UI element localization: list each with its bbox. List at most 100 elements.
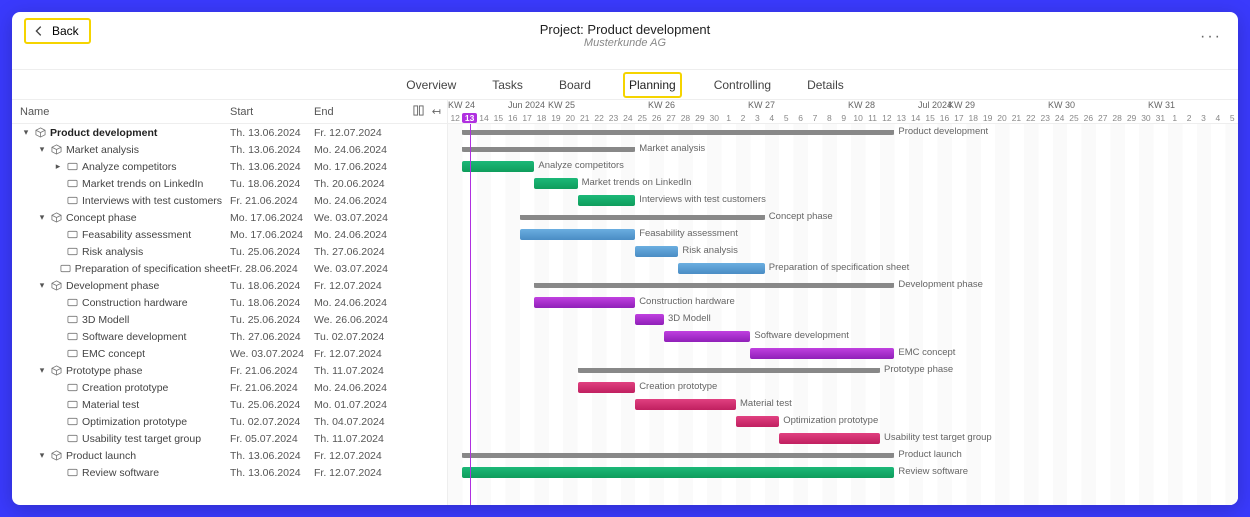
day-cell[interactable]: 10 — [851, 113, 865, 123]
summary-bar[interactable] — [520, 215, 765, 220]
table-row[interactable]: Review softwareTh. 13.06.2024Fr. 12.07.2… — [12, 464, 447, 481]
day-cell[interactable]: 27 — [664, 113, 678, 123]
col-start[interactable]: Start — [230, 106, 314, 118]
day-cell[interactable]: 2 — [736, 113, 750, 123]
collapse-icon[interactable]: ↤ — [432, 105, 441, 119]
table-row[interactable]: Material testTu. 25.06.2024Mo. 01.07.202… — [12, 396, 447, 413]
task-bar[interactable] — [678, 263, 764, 274]
expand-caret-icon[interactable]: ▾ — [38, 212, 46, 223]
summary-bar[interactable] — [462, 453, 894, 458]
day-cell[interactable]: 25 — [1067, 113, 1081, 123]
day-cell[interactable]: 24 — [1052, 113, 1066, 123]
table-row[interactable]: Risk analysisTu. 25.06.2024Th. 27.06.202… — [12, 243, 447, 260]
task-bar[interactable] — [520, 229, 635, 240]
summary-bar[interactable] — [462, 147, 635, 152]
day-cell[interactable]: 29 — [1124, 113, 1138, 123]
task-bar[interactable] — [779, 433, 880, 444]
day-cell[interactable]: 11 — [865, 113, 879, 123]
day-cell[interactable]: 5 — [1225, 113, 1238, 123]
table-row[interactable]: ▾Product launchTh. 13.06.2024Fr. 12.07.2… — [12, 447, 447, 464]
task-bar[interactable] — [635, 399, 736, 410]
day-cell[interactable]: 14 — [477, 113, 491, 123]
day-cell[interactable]: 8 — [822, 113, 836, 123]
day-cell[interactable]: 15 — [491, 113, 505, 123]
day-cell[interactable]: 28 — [678, 113, 692, 123]
table-row[interactable]: Creation prototypeFr. 21.06.2024Mo. 24.0… — [12, 379, 447, 396]
day-cell[interactable]: 14 — [909, 113, 923, 123]
task-bar[interactable] — [578, 382, 636, 393]
col-name[interactable]: Name — [18, 106, 230, 118]
day-cell[interactable]: 2 — [1182, 113, 1196, 123]
day-cell[interactable]: 13 — [462, 113, 476, 123]
day-cell[interactable]: 26 — [649, 113, 663, 123]
summary-bar[interactable] — [578, 368, 880, 373]
tab-planning[interactable]: Planning — [623, 72, 682, 98]
task-bar[interactable] — [462, 161, 534, 172]
task-bar[interactable] — [635, 314, 664, 325]
day-cell[interactable]: 12 — [448, 113, 462, 123]
day-cell[interactable]: 28 — [1110, 113, 1124, 123]
expand-caret-icon[interactable]: ▾ — [38, 450, 46, 461]
day-cell[interactable]: 23 — [1038, 113, 1052, 123]
back-button[interactable]: Back — [24, 18, 91, 44]
task-bar[interactable] — [736, 416, 779, 427]
day-cell[interactable]: 20 — [563, 113, 577, 123]
tab-controlling[interactable]: Controlling — [710, 74, 775, 96]
day-cell[interactable]: 25 — [635, 113, 649, 123]
day-cell[interactable]: 18 — [966, 113, 980, 123]
table-row[interactable]: ▾Concept phaseMo. 17.06.2024We. 03.07.20… — [12, 209, 447, 226]
table-row[interactable]: Optimization prototypeTu. 02.07.2024Th. … — [12, 413, 447, 430]
task-bar[interactable] — [462, 467, 894, 478]
expand-caret-icon[interactable]: ▾ — [22, 127, 30, 138]
summary-bar[interactable] — [462, 130, 894, 135]
day-cell[interactable]: 13 — [894, 113, 908, 123]
col-end[interactable]: End — [314, 106, 398, 118]
day-cell[interactable]: 24 — [621, 113, 635, 123]
day-cell[interactable]: 18 — [534, 113, 548, 123]
table-row[interactable]: Software developmentTh. 27.06.2024Tu. 02… — [12, 328, 447, 345]
day-cell[interactable]: 4 — [1211, 113, 1225, 123]
day-cell[interactable]: 21 — [1009, 113, 1023, 123]
task-bar[interactable] — [635, 246, 678, 257]
table-row[interactable]: Usability test target groupFr. 05.07.202… — [12, 430, 447, 447]
table-row[interactable]: ▾Product developmentTh. 13.06.2024Fr. 12… — [12, 124, 447, 141]
table-row[interactable]: 3D ModellTu. 25.06.2024We. 26.06.2024 — [12, 311, 447, 328]
table-row[interactable]: ▾Market analysisTh. 13.06.2024Mo. 24.06.… — [12, 141, 447, 158]
day-cell[interactable]: 3 — [1196, 113, 1210, 123]
day-cell[interactable]: 9 — [837, 113, 851, 123]
day-cell[interactable]: 17 — [520, 113, 534, 123]
table-row[interactable]: Interviews with test customersFr. 21.06.… — [12, 192, 447, 209]
tab-board[interactable]: Board — [555, 74, 595, 96]
day-cell[interactable]: 6 — [793, 113, 807, 123]
day-cell[interactable]: 22 — [592, 113, 606, 123]
table-row[interactable]: ▸Analyze competitorsTh. 13.06.2024Mo. 17… — [12, 158, 447, 175]
table-row[interactable]: Construction hardwareTu. 18.06.2024Mo. 2… — [12, 294, 447, 311]
day-cell[interactable]: 19 — [549, 113, 563, 123]
table-row[interactable]: Preparation of specification sheetFr. 28… — [12, 260, 447, 277]
day-cell[interactable]: 5 — [779, 113, 793, 123]
day-cell[interactable]: 31 — [1153, 113, 1167, 123]
columns-icon[interactable] — [413, 105, 424, 119]
day-cell[interactable]: 20 — [995, 113, 1009, 123]
day-cell[interactable]: 17 — [952, 113, 966, 123]
tab-overview[interactable]: Overview — [402, 74, 460, 96]
day-cell[interactable]: 22 — [1024, 113, 1038, 123]
tab-tasks[interactable]: Tasks — [488, 74, 527, 96]
day-cell[interactable]: 30 — [1139, 113, 1153, 123]
day-cell[interactable]: 1 — [1168, 113, 1182, 123]
more-menu-button[interactable]: ··· — [1200, 28, 1222, 46]
table-row[interactable]: ▾Development phaseTu. 18.06.2024Fr. 12.0… — [12, 277, 447, 294]
expand-caret-icon[interactable]: ▾ — [38, 280, 46, 291]
day-cell[interactable]: 3 — [750, 113, 764, 123]
day-cell[interactable]: 26 — [1081, 113, 1095, 123]
table-row[interactable]: EMC conceptWe. 03.07.2024Fr. 12.07.2024 — [12, 345, 447, 362]
expand-caret-icon[interactable]: ▾ — [38, 144, 46, 155]
day-cell[interactable]: 7 — [808, 113, 822, 123]
task-bar[interactable] — [534, 178, 577, 189]
task-bar[interactable] — [750, 348, 894, 359]
day-cell[interactable]: 16 — [506, 113, 520, 123]
summary-bar[interactable] — [534, 283, 894, 288]
tab-details[interactable]: Details — [803, 74, 848, 96]
day-cell[interactable]: 12 — [880, 113, 894, 123]
day-cell[interactable]: 21 — [578, 113, 592, 123]
